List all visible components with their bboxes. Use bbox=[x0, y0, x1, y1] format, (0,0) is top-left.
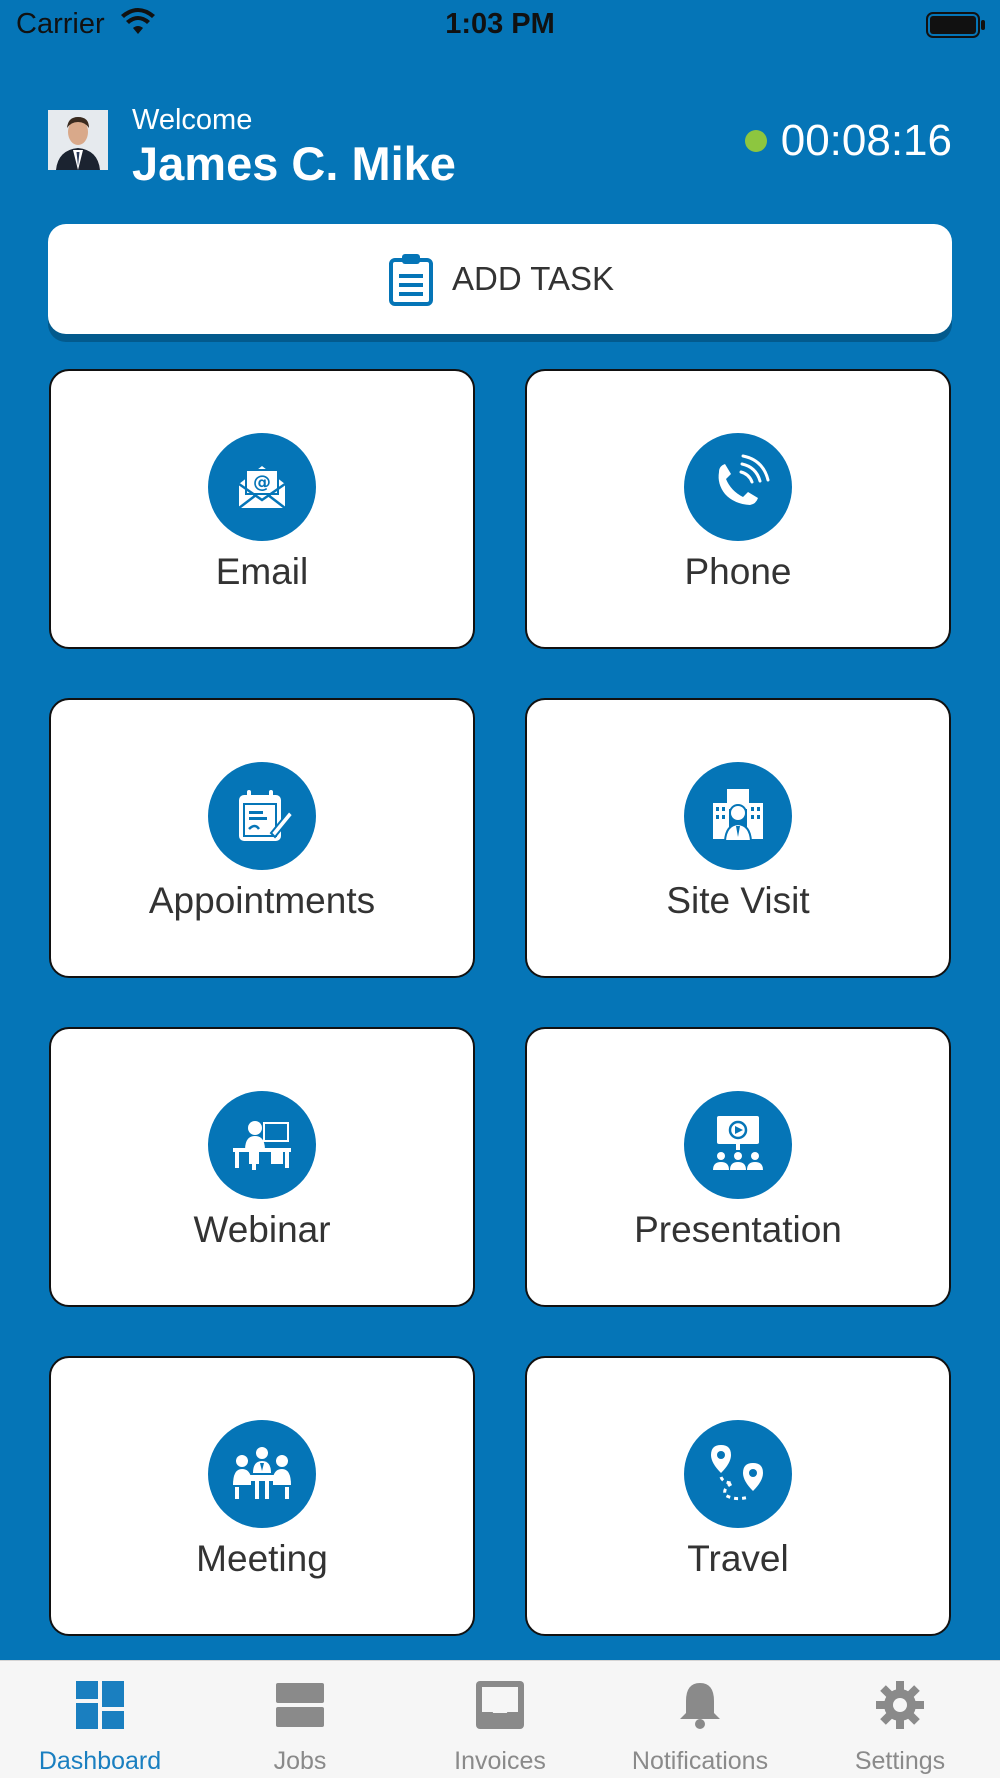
status-time: 1:03 PM bbox=[445, 8, 555, 40]
tile-email[interactable]: @ Email bbox=[49, 369, 475, 649]
tile-label: Webinar bbox=[193, 1209, 331, 1250]
tile-site-visit[interactable]: Site Visit bbox=[525, 698, 951, 978]
calendar-icon bbox=[208, 762, 316, 870]
clipboard-icon bbox=[386, 252, 436, 306]
presentation-icon bbox=[684, 1091, 792, 1199]
tab-label: Jobs bbox=[273, 1747, 327, 1775]
tab-jobs[interactable]: Jobs bbox=[200, 1661, 400, 1778]
add-task-label: ADD TASK bbox=[452, 260, 614, 297]
tab-label: Invoices bbox=[454, 1747, 546, 1775]
user-name: James C. Mike bbox=[132, 137, 456, 190]
email-icon: @ bbox=[208, 433, 316, 541]
battery-icon bbox=[926, 12, 986, 46]
tile-label: Site Visit bbox=[666, 880, 810, 921]
meeting-icon bbox=[208, 1420, 316, 1528]
tab-label: Notifications bbox=[631, 1747, 769, 1775]
phone-icon bbox=[684, 433, 792, 541]
tile-meeting[interactable]: Meeting bbox=[49, 1356, 475, 1636]
jobs-icon bbox=[274, 1679, 326, 1731]
tile-label: Presentation bbox=[634, 1209, 842, 1250]
tile-label: Meeting bbox=[196, 1538, 328, 1579]
tile-label: Phone bbox=[684, 551, 792, 592]
tab-label: Dashboard bbox=[38, 1747, 162, 1775]
svg-text:@: @ bbox=[253, 472, 271, 493]
tile-label: Email bbox=[215, 551, 309, 592]
status-bar: Carrier 1:03 PM bbox=[0, 0, 1000, 52]
welcome-label: Welcome bbox=[132, 104, 253, 136]
tab-bar: Dashboard Jobs Invoices Notifications Se… bbox=[0, 1660, 1000, 1778]
tile-label: Travel bbox=[687, 1538, 789, 1579]
avatar[interactable] bbox=[48, 110, 108, 170]
bell-icon bbox=[674, 1679, 726, 1731]
tile-travel[interactable]: Travel bbox=[525, 1356, 951, 1636]
add-task-button[interactable]: ADD TASK bbox=[48, 224, 952, 334]
tile-label: Appointments bbox=[148, 880, 376, 921]
tile-webinar[interactable]: Webinar bbox=[49, 1027, 475, 1307]
tab-settings[interactable]: Settings bbox=[800, 1661, 1000, 1778]
inbox-icon bbox=[474, 1679, 526, 1731]
tab-notifications[interactable]: Notifications bbox=[600, 1661, 800, 1778]
tile-phone[interactable]: Phone bbox=[525, 369, 951, 649]
online-status-dot bbox=[744, 130, 767, 152]
dashboard-icon bbox=[74, 1679, 126, 1731]
timer-value: 00:08:16 bbox=[780, 116, 952, 165]
map-route-icon bbox=[684, 1420, 792, 1528]
tile-appointments[interactable]: Appointments bbox=[49, 698, 475, 978]
timer: 00:08:16 bbox=[744, 116, 952, 166]
user-header: Welcome James C. Mike 00:08:16 bbox=[48, 100, 952, 190]
tile-presentation[interactable]: Presentation bbox=[525, 1027, 951, 1307]
tab-invoices[interactable]: Invoices bbox=[400, 1661, 600, 1778]
gear-icon bbox=[874, 1679, 926, 1731]
desk-computer-icon bbox=[208, 1091, 316, 1199]
building-person-icon bbox=[684, 762, 792, 870]
tab-dashboard[interactable]: Dashboard bbox=[0, 1661, 200, 1778]
tab-label: Settings bbox=[854, 1747, 946, 1775]
